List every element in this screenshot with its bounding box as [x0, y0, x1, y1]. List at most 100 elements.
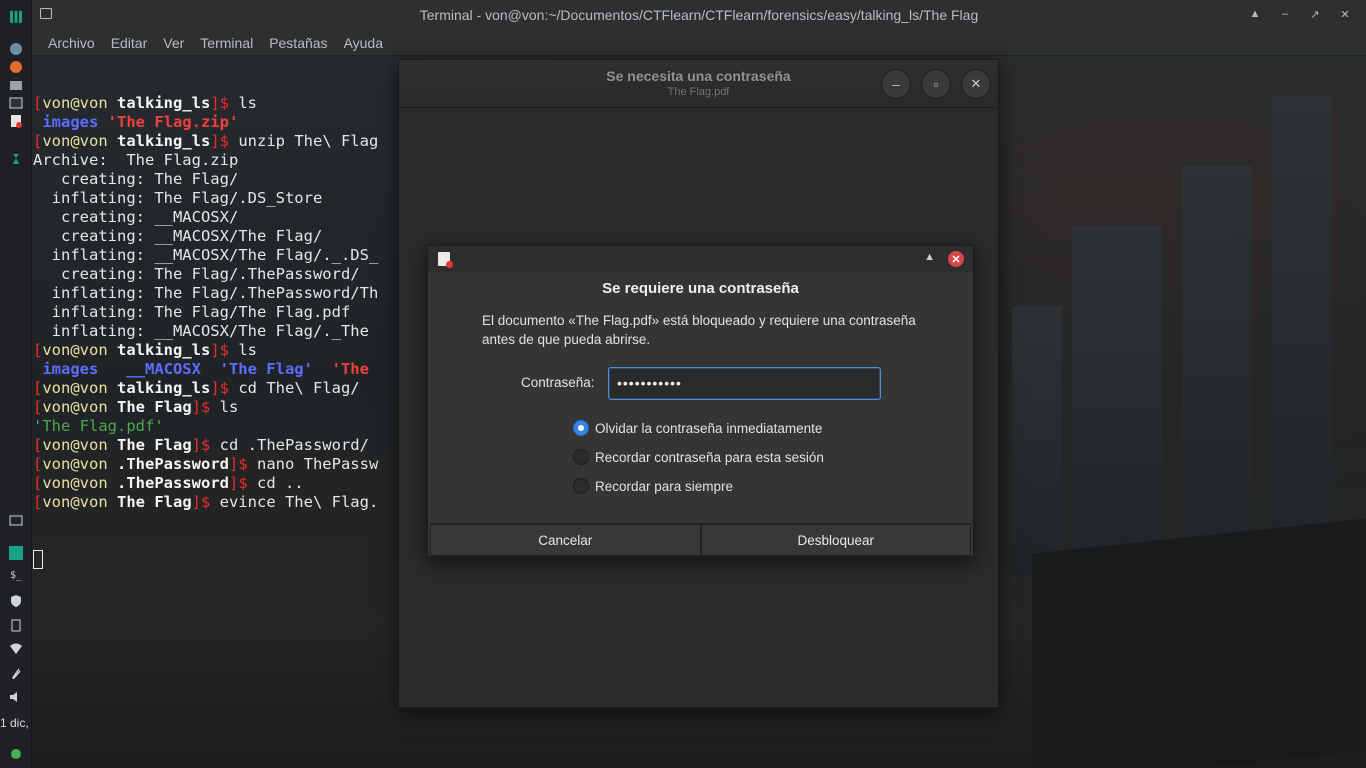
menu-editar[interactable]: Editar — [103, 35, 156, 51]
terminal-text: von@von — [42, 94, 117, 112]
minimize-button[interactable]: – — [881, 69, 911, 99]
terminal-launcher-icon[interactable]: $_ — [6, 566, 26, 584]
terminal-text: talking_ls — [117, 341, 211, 359]
clock-date[interactable]: 1 dic, — [0, 716, 32, 730]
radio-button[interactable] — [573, 449, 589, 465]
app-menu-icon[interactable] — [6, 8, 26, 26]
terminal-text: images — [33, 360, 108, 378]
workspace-indicator-icon[interactable] — [6, 150, 26, 168]
terminal-text: ]$ — [191, 398, 220, 416]
maximize-button[interactable]: ▫ — [921, 69, 951, 99]
menu-terminal[interactable]: Terminal — [192, 35, 261, 51]
volume-icon[interactable] — [6, 688, 26, 706]
radio-label: Recordar contraseña para esta sesión — [595, 449, 824, 465]
terminal-text: ]$ — [228, 455, 257, 473]
terminal-text: von@von — [42, 474, 117, 492]
document-viewer-headerbar[interactable]: Se necesita una contraseña The Flag.pdf … — [399, 60, 998, 108]
terminal-text: unzip The\ Flag — [238, 132, 379, 150]
terminal-text: [ — [33, 398, 43, 416]
terminal-text: nano ThePassw — [256, 455, 379, 473]
wifi-icon[interactable] — [6, 640, 26, 658]
dialog-titlebar[interactable]: ▲ ✕ — [428, 246, 973, 272]
terminal-text: inflating: __MACOSX/The Flag/._The — [33, 322, 369, 340]
status-icon[interactable] — [6, 745, 26, 763]
terminal-text: von@von — [42, 493, 117, 511]
terminal-text: [ — [33, 455, 43, 473]
maximize-button[interactable]: ↗ — [1308, 4, 1322, 24]
terminal-titlebar[interactable]: Terminal - von@von:~/Documentos/CTFlearn… — [32, 0, 1366, 30]
terminal-text: 'The Flag.zip' — [107, 113, 239, 131]
terminal-text: inflating: The Flag/The Flag.pdf — [33, 303, 351, 321]
terminal-text: .ThePassword — [117, 474, 229, 492]
terminal-text: .ThePassword — [117, 455, 229, 473]
terminal-text: Archive: The Flag.zip — [33, 151, 239, 169]
file-manager-icon[interactable] — [6, 76, 26, 94]
globe-icon[interactable] — [6, 40, 26, 58]
software-center-icon[interactable] — [6, 544, 26, 562]
radio-label: Olvidar la contraseña inmediatamente — [595, 420, 823, 436]
dialog-close-button[interactable]: ✕ — [948, 251, 964, 267]
password-input[interactable]: ••••••••••• — [608, 367, 881, 400]
terminal-text: ls — [219, 398, 239, 416]
radio-remember-forever[interactable]: Recordar para siempre — [573, 478, 733, 494]
terminal-text: von@von — [42, 379, 117, 397]
radio-forget-immediately[interactable]: Olvidar la contraseña inmediatamente — [573, 420, 822, 436]
terminal-text: 'The Flag' — [210, 360, 323, 378]
terminal-text: talking_ls — [117, 132, 211, 150]
dialog-heading: Se requiere una contraseña — [602, 280, 799, 297]
cancel-button[interactable]: Cancelar — [430, 524, 701, 556]
terminal-text: creating: The Flag/ — [33, 170, 239, 188]
password-dialog: ▲ ✕ Se requiere una contraseña El docume… — [427, 245, 974, 557]
terminal-text: cd The\ Flag/ — [238, 379, 360, 397]
clipboard-icon[interactable] — [6, 616, 26, 634]
terminal-text: ]$ — [191, 436, 220, 454]
paperclip-icon[interactable] — [6, 664, 26, 682]
terminal-text: inflating: The Flag/.DS_Store — [33, 189, 323, 207]
menu-pestanas[interactable]: Pestañas — [261, 35, 335, 51]
terminal-text: inflating: __MACOSX/The Flag/._.DS_ — [33, 246, 379, 264]
close-button[interactable]: ✕ — [1338, 4, 1352, 24]
terminal-text: 'The — [322, 360, 369, 378]
close-button[interactable]: ✕ — [961, 69, 991, 99]
terminal-text: [ — [33, 436, 43, 454]
dialog-message: El documento «The Flag.pdf» está bloquea… — [482, 313, 916, 347]
menu-ayuda[interactable]: Ayuda — [336, 35, 391, 51]
terminal-text: creating: __MACOSX/ — [33, 208, 239, 226]
terminal-text: ls — [238, 341, 257, 359]
unlock-button[interactable]: Desbloquear — [700, 524, 971, 556]
terminal-text: creating: The Flag/.ThePassword/ — [33, 265, 360, 283]
terminal-text: cd .. — [256, 474, 304, 492]
menu-ver[interactable]: Ver — [155, 35, 192, 51]
radio-button[interactable] — [573, 478, 589, 494]
terminal-window-icon — [40, 8, 52, 19]
shield-icon[interactable] — [6, 592, 26, 610]
terminal-window-title: Terminal - von@von:~/Documentos/CTFlearn… — [419, 7, 979, 23]
terminal-text: ]$ — [228, 474, 257, 492]
eject-icon[interactable]: ▲ — [1248, 4, 1262, 24]
terminal-text: ]$ — [191, 493, 220, 511]
radio-button[interactable] — [573, 420, 589, 436]
terminal-text: von@von — [42, 436, 117, 454]
terminal-text: __MACOSX — [107, 360, 211, 378]
terminal-menubar: Archivo Editar Ver Terminal Pestañas Ayu… — [32, 30, 1366, 55]
terminal-cursor — [33, 550, 43, 569]
terminal-task-icon[interactable] — [6, 94, 26, 112]
menu-archivo[interactable]: Archivo — [40, 35, 103, 51]
firefox-icon[interactable] — [6, 58, 26, 76]
radio-label: Recordar para siempre — [595, 478, 734, 494]
left-panel: $_ 1 dic, — [0, 0, 32, 768]
minimize-button[interactable]: – — [1278, 4, 1292, 24]
terminal-text: von@von — [42, 132, 117, 150]
terminal-text: The Flag — [117, 398, 192, 416]
document-locked-icon — [438, 252, 453, 268]
screen-icon[interactable] — [6, 512, 26, 530]
terminal-text: creating: __MACOSX/The Flag/ — [33, 227, 323, 245]
terminal-text: talking_ls — [117, 94, 211, 112]
document-viewer-task-icon[interactable] — [6, 112, 26, 130]
terminal-text: [ — [33, 474, 43, 492]
terminal-text: The Flag — [117, 493, 192, 511]
terminal-text: images — [33, 113, 108, 131]
password-label: Contraseña: — [521, 375, 595, 390]
eject-icon[interactable]: ▲ — [924, 251, 935, 263]
radio-remember-session[interactable]: Recordar contraseña para esta sesión — [573, 449, 824, 465]
